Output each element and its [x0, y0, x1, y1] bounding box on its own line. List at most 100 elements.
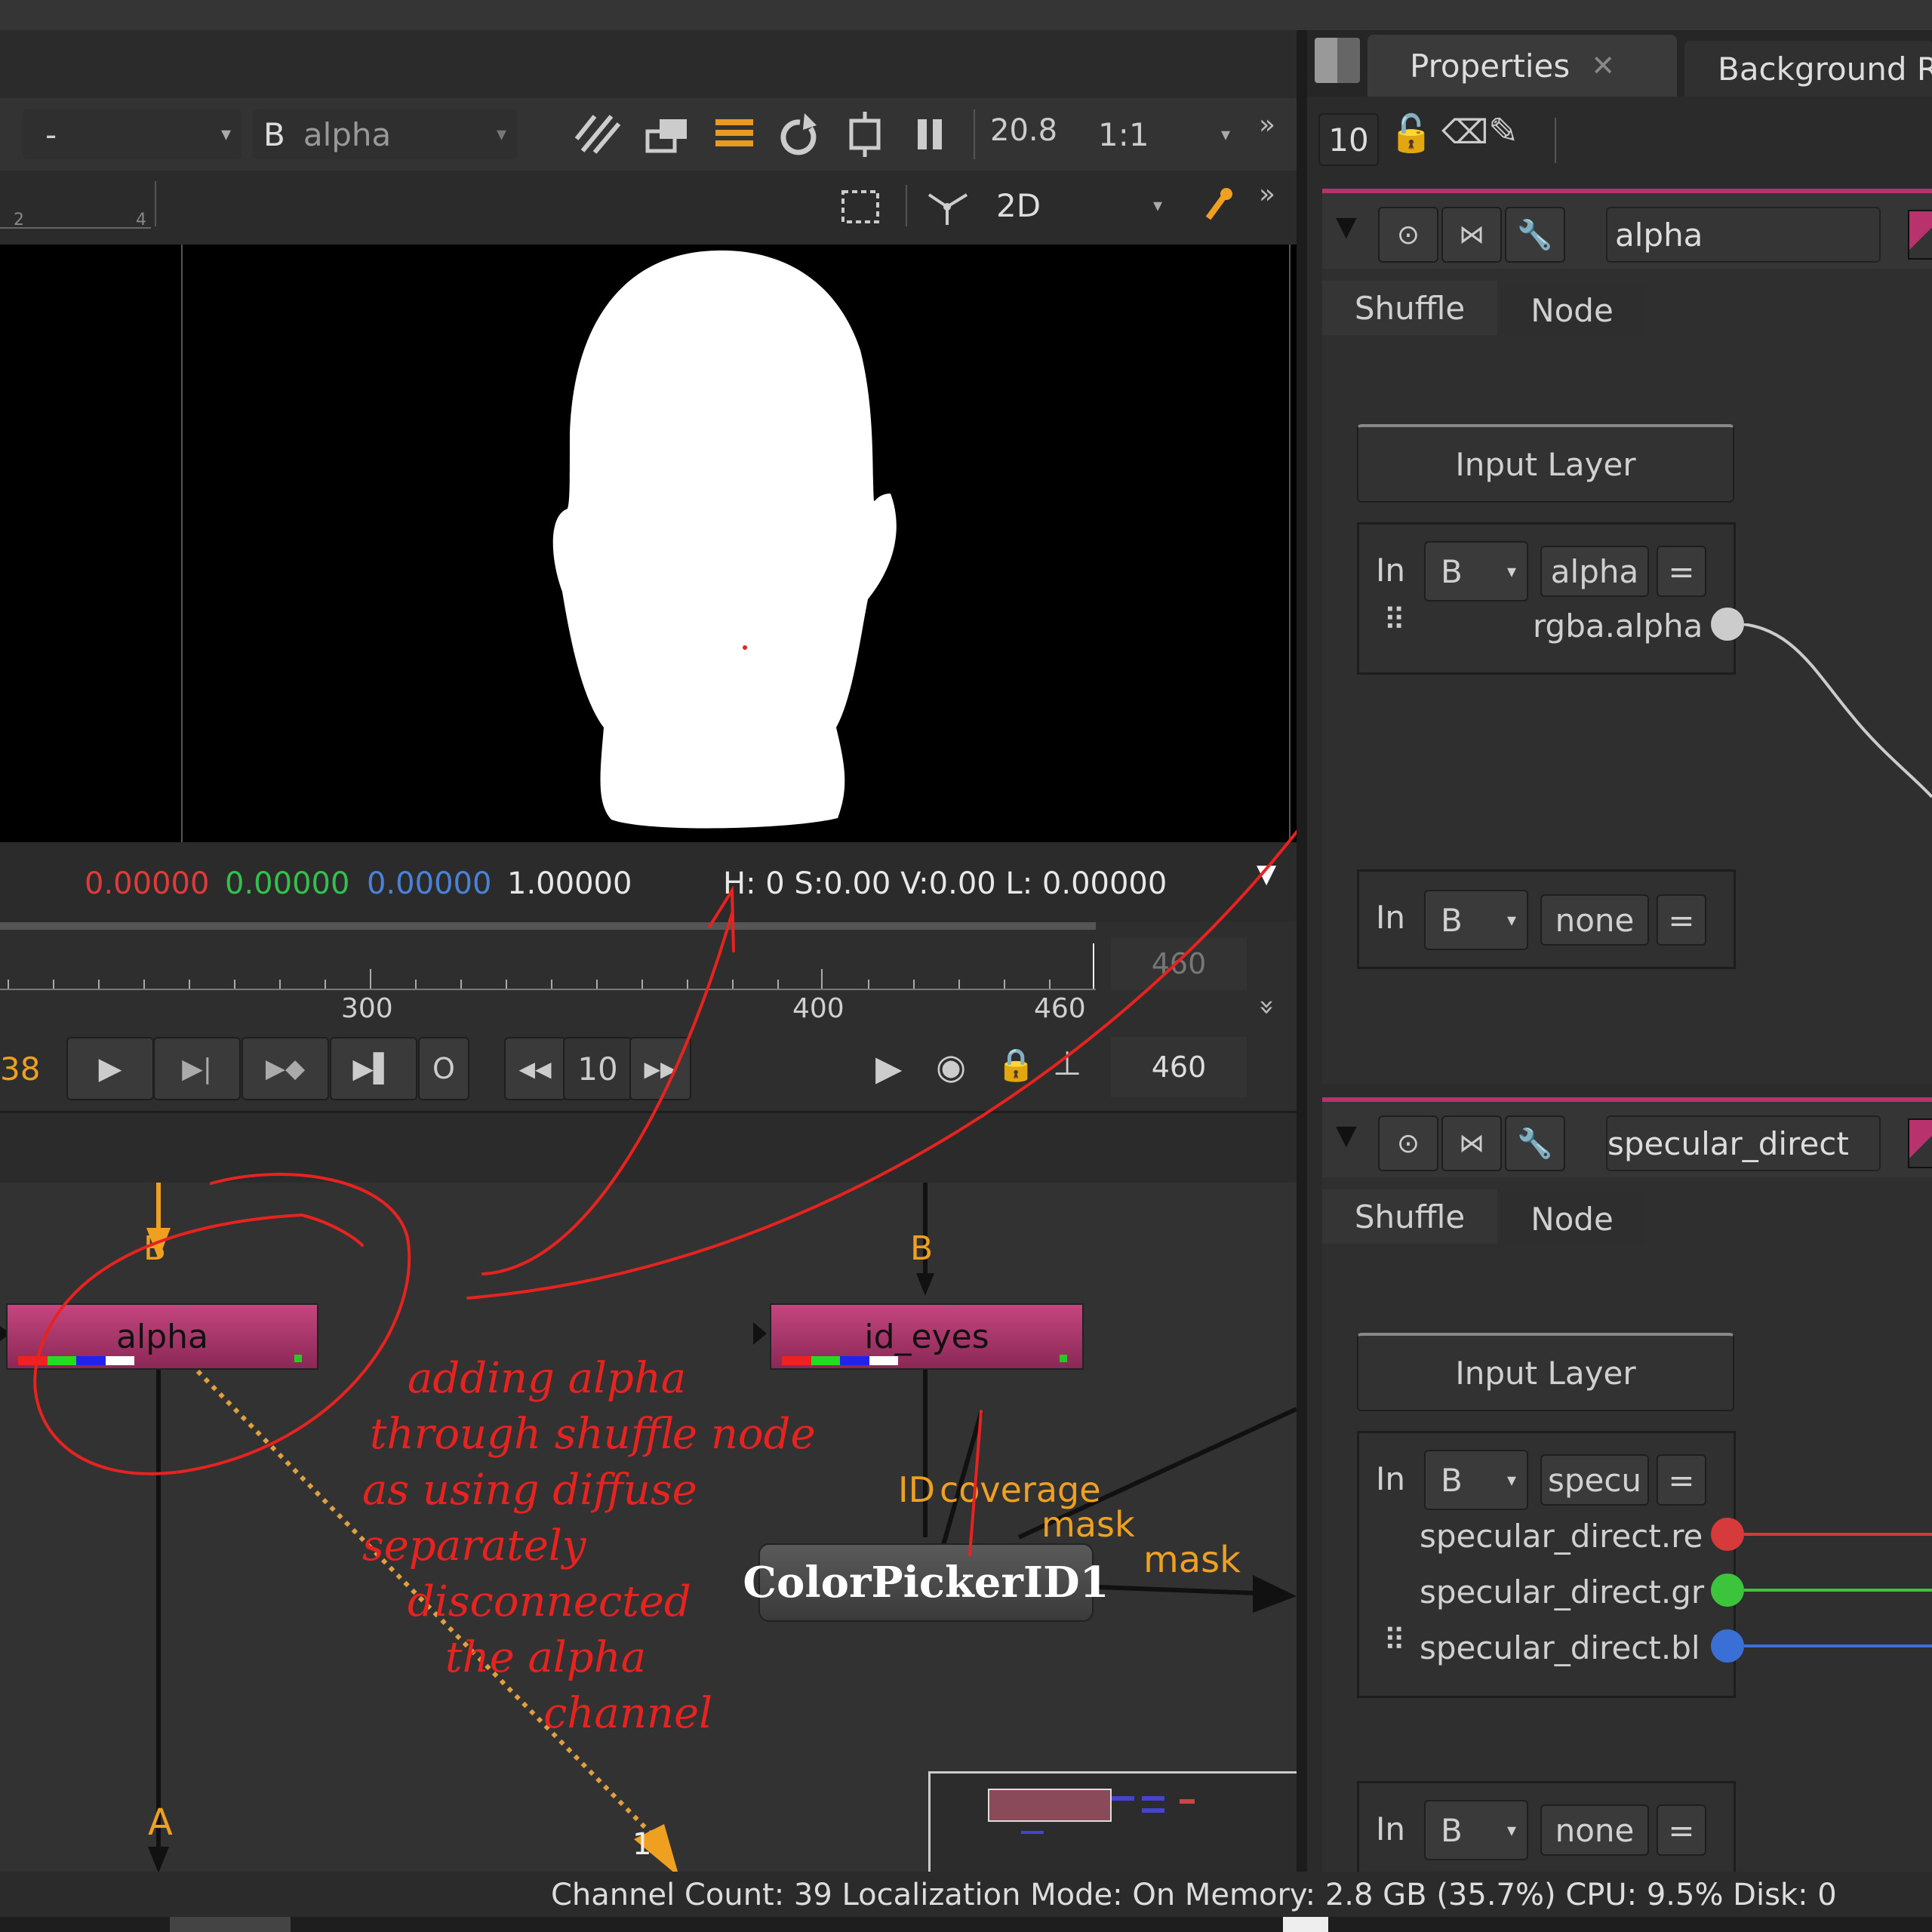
input-stream-dropdown[interactable]: B ▾: [1424, 1800, 1528, 1860]
max-panels-field[interactable]: 10: [1318, 113, 1379, 166]
in-label: In: [1376, 1810, 1406, 1847]
node-color-swatch[interactable]: [1908, 210, 1932, 260]
equal-button[interactable]: =: [1657, 894, 1706, 946]
marquee-select-icon[interactable]: [841, 190, 879, 223]
tab-properties[interactable]: Properties ✕: [1367, 35, 1677, 97]
input-stream-dropdown[interactable]: B ▾: [1424, 541, 1528, 601]
lock-open-icon[interactable]: 🔓: [1389, 112, 1434, 155]
input-stream-dropdown[interactable]: B ▾: [1424, 1450, 1528, 1510]
lock-range-icon[interactable]: 🔒: [996, 1046, 1035, 1084]
node-name-field[interactable]: specular_direct: [1606, 1115, 1881, 1171]
pause-icon[interactable]: [918, 119, 942, 149]
tab-shuffle[interactable]: Shuffle: [1322, 1189, 1497, 1244]
viewer-toggle-button[interactable]: ⊙: [1378, 1115, 1438, 1171]
properties-panel: Properties ✕ Background Re 10 🔓 ⌫ ✎ ▼ ⊙ …: [1307, 30, 1932, 1932]
pixel-green-value: 0.00000: [225, 866, 350, 901]
bottom-scrollbar[interactable]: [0, 1917, 1932, 1932]
next-keyframe-button[interactable]: ▶◆: [242, 1037, 329, 1100]
end-frame-field[interactable]: 460: [1111, 937, 1247, 990]
input-layer-value: none: [1555, 1811, 1635, 1849]
wipe-icon[interactable]: [574, 115, 621, 154]
proxy-icon[interactable]: [715, 119, 753, 146]
b-input-label: B: [263, 115, 285, 153]
input-layer-dropdown[interactable]: none: [1540, 894, 1649, 946]
bowtie-icon: ⋈: [1459, 220, 1484, 250]
viewer-canvas[interactable]: [0, 245, 1297, 842]
channel-socket-red[interactable]: [1711, 1518, 1744, 1551]
collapse-triangle-icon[interactable]: ▼: [1336, 211, 1357, 242]
zoom-dropdown[interactable]: 1:1 ▾: [1098, 112, 1230, 157]
drag-handle-icon[interactable]: ⠿: [1383, 1623, 1405, 1658]
input-layer-dropdown[interactable]: none: [1540, 1804, 1649, 1856]
node-settings-button[interactable]: 🔧: [1505, 207, 1565, 263]
channel-wire-blue: [1744, 1644, 1932, 1647]
view-mode-dropdown[interactable]: 2D ▾: [996, 183, 1162, 228]
channel-a-dropdown[interactable]: - ▾: [23, 109, 242, 159]
input-stream-dropdown[interactable]: B ▾: [1424, 890, 1528, 950]
channel-connection-wire: [1730, 623, 1932, 798]
record-icon[interactable]: ◉: [936, 1046, 966, 1087]
compare-icon[interactable]: [645, 119, 687, 153]
close-icon[interactable]: ✕: [1591, 49, 1615, 82]
overflow-chevron-icon[interactable]: »: [1259, 112, 1275, 139]
step-forward-icon: ▶|: [182, 1053, 212, 1084]
node-color-button[interactable]: ⋈: [1441, 207, 1502, 263]
node-alpha[interactable]: alpha: [6, 1303, 318, 1370]
node-settings-button[interactable]: 🔧: [1505, 1115, 1565, 1171]
input-layer-dropdown[interactable]: specu: [1540, 1454, 1649, 1506]
o-icon: O: [432, 1052, 455, 1085]
timeline[interactable]: 300 400 460 460 »: [0, 922, 1298, 1028]
color-picker-icon[interactable]: [1204, 185, 1234, 223]
refresh-icon[interactable]: [780, 113, 817, 155]
channel-b-dropdown[interactable]: B alpha ▾: [253, 109, 517, 159]
node-name-field[interactable]: alpha: [1606, 207, 1881, 263]
drag-handle-icon[interactable]: ⠿: [1383, 603, 1405, 638]
roi-icon[interactable]: [849, 112, 881, 157]
channel-socket-green[interactable]: [1711, 1574, 1744, 1607]
play-range-icon[interactable]: ▶: [875, 1048, 902, 1088]
last-frame-button[interactable]: ▶▌: [330, 1037, 417, 1100]
input-layer-button[interactable]: Input Layer: [1357, 1333, 1734, 1411]
window-top-strip: [0, 0, 1932, 30]
edit-pencil-icon[interactable]: ✎: [1488, 110, 1518, 152]
out-frame-field[interactable]: 460: [1111, 1037, 1247, 1097]
panel-splitter[interactable]: [1297, 30, 1307, 1894]
input-box-1: In B ▾ specu = specular_direct.re specul…: [1357, 1431, 1932, 1698]
timeline-range-icon[interactable]: ⊥: [1053, 1044, 1081, 1083]
step-forward-increment-button[interactable]: ▶▶: [629, 1037, 691, 1100]
input-label-mask: mask: [1041, 1504, 1135, 1545]
input-layer-dropdown[interactable]: alpha: [1540, 546, 1649, 597]
equal-button[interactable]: =: [1657, 1804, 1706, 1856]
tab-shuffle-label: Shuffle: [1354, 289, 1466, 327]
tab-properties-label: Properties: [1410, 47, 1571, 85]
input-layer-value: alpha: [1550, 552, 1639, 590]
input-layer-button[interactable]: Input Layer: [1357, 424, 1734, 503]
selection-tools: [841, 190, 968, 225]
clear-panels-icon[interactable]: ⌫: [1441, 113, 1488, 152]
output-label-mask: mask: [1143, 1539, 1241, 1581]
viewer-toggle-button[interactable]: ⊙: [1378, 207, 1438, 263]
step-back-increment-button[interactable]: ◀◀: [504, 1037, 566, 1100]
triangle-down-icon[interactable]: ▼: [1257, 859, 1276, 889]
tab-background-renders[interactable]: Background Re: [1684, 41, 1932, 97]
channel-socket-blue[interactable]: [1711, 1629, 1744, 1663]
overflow-chevron-icon[interactable]: »: [1252, 998, 1283, 1015]
out-point-button[interactable]: O: [418, 1037, 469, 1100]
content-menu-icon[interactable]: [1315, 38, 1360, 83]
tab-node[interactable]: Node: [1500, 1194, 1644, 1244]
transform-handle-icon[interactable]: [928, 193, 968, 225]
gain-value[interactable]: 20.8: [990, 113, 1057, 148]
overflow-chevron-icon[interactable]: »: [1259, 181, 1275, 208]
play-forward-button[interactable]: ▶: [66, 1037, 154, 1100]
output-label-1: 1: [632, 1827, 652, 1862]
equal-button[interactable]: =: [1657, 546, 1706, 597]
tab-shuffle[interactable]: Shuffle: [1322, 281, 1497, 335]
node-color-button[interactable]: ⋈: [1441, 1115, 1502, 1171]
frame-increment-field[interactable]: 10: [563, 1037, 632, 1100]
collapse-triangle-icon[interactable]: ▼: [1336, 1120, 1357, 1151]
current-frame-value[interactable]: 38: [0, 1051, 40, 1088]
node-color-swatch[interactable]: [1908, 1118, 1932, 1168]
tab-node[interactable]: Node: [1500, 285, 1644, 335]
equal-button[interactable]: =: [1657, 1454, 1706, 1506]
step-forward-button[interactable]: ▶|: [153, 1037, 241, 1100]
